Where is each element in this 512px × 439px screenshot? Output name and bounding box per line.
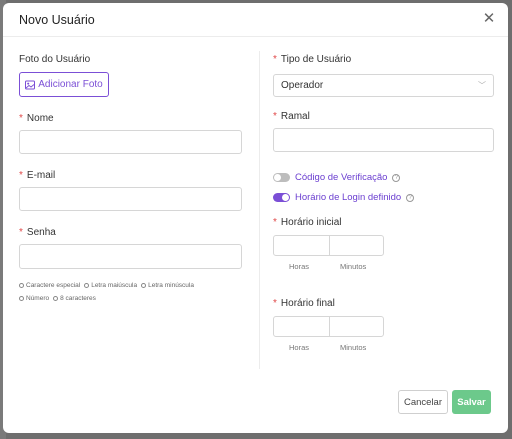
close-icon[interactable]: ✕ (480, 10, 498, 28)
password-input[interactable] (19, 244, 242, 269)
image-icon (25, 80, 36, 89)
start-time-label: * Horário inicial (273, 217, 342, 228)
circle-icon (53, 296, 59, 301)
circle-icon (19, 283, 24, 288)
hint-special: Caractere especial (19, 282, 80, 289)
hint-length: 8 caracteres (53, 295, 96, 302)
verification-code-toggle-row: Código de Verificação ? (273, 172, 401, 183)
add-photo-button[interactable]: Adicionar Foto (19, 72, 109, 97)
name-input[interactable] (19, 130, 242, 154)
circle-icon (141, 283, 147, 288)
name-label: * Nome (19, 113, 54, 124)
user-type-select[interactable]: Operador ﹀ (273, 74, 494, 97)
start-hours-label: Horas (289, 262, 310, 271)
hint-lowercase: Letra minúscula (141, 282, 194, 289)
password-hints-row-1: Caractere especial Letra maiúscula Letra… (19, 282, 194, 289)
circle-icon (84, 283, 90, 288)
end-time-input[interactable] (273, 316, 384, 337)
verification-code-label: Código de Verificação (295, 172, 388, 183)
login-schedule-label: Horário de Login definido (295, 192, 402, 203)
photo-label: Foto do Usuário (19, 54, 91, 65)
end-hours-label: Horas (289, 343, 310, 352)
end-minutes-label: Minutos (340, 343, 367, 352)
circle-icon (19, 296, 24, 301)
cancel-button[interactable]: Cancelar (398, 390, 448, 414)
password-hints-row-2: Número 8 caracteres (19, 295, 96, 302)
modal-header: Novo Usuário ✕ (3, 3, 508, 37)
new-user-modal: Novo Usuário ✕ Foto do Usuário Adicionar… (3, 3, 508, 433)
start-time-input[interactable] (273, 235, 384, 256)
start-minutes-label: Minutos (340, 262, 367, 271)
chevron-down-icon: ﹀ (478, 81, 486, 90)
save-button[interactable]: Salvar (452, 390, 491, 414)
help-icon[interactable]: ? (406, 193, 415, 202)
hint-uppercase: Letra maiúscula (84, 282, 137, 289)
email-input[interactable] (19, 187, 242, 211)
extension-input[interactable] (273, 128, 494, 152)
hint-number: Número (19, 295, 49, 302)
extension-label: * Ramal (273, 111, 310, 122)
verification-code-switch[interactable] (273, 173, 290, 182)
end-time-label: * Horário final (273, 298, 335, 309)
help-icon[interactable]: ? (392, 173, 401, 182)
login-schedule-switch[interactable] (273, 193, 290, 202)
password-label: * Senha (19, 227, 56, 238)
user-type-value: Operador (281, 80, 324, 91)
user-type-label: * Tipo de Usuário (273, 54, 352, 65)
modal-title: Novo Usuário (19, 13, 95, 27)
add-photo-label: Adicionar Foto (38, 79, 103, 90)
email-label: * E-mail (19, 170, 56, 181)
column-divider (259, 51, 260, 369)
login-schedule-toggle-row: Horário de Login definido ? (273, 192, 415, 203)
